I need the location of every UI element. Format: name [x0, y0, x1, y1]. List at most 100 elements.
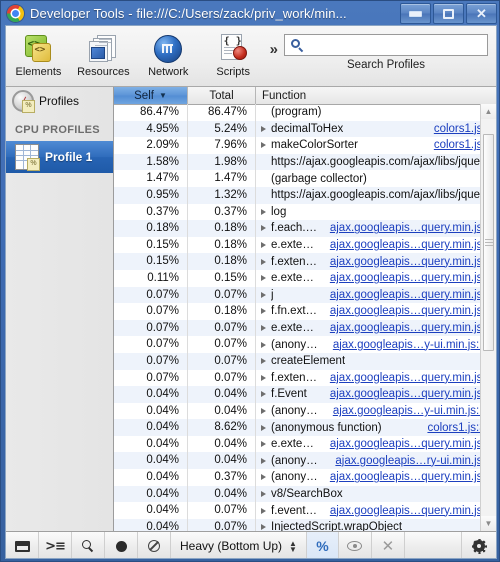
table-row[interactable]: 0.15%0.18%f.extend.styleajax.googleapis…… [114, 253, 496, 270]
table-row[interactable]: 0.37% 0.37% log [114, 203, 496, 221]
source-link[interactable]: ajax.googleapis…query.min.js:2 [320, 272, 496, 284]
percent-toggle-button[interactable]: % [306, 532, 339, 558]
source-link[interactable]: ajax.googleapis…y-ui.min.js:14 [323, 339, 496, 351]
maximize-button[interactable] [433, 3, 464, 24]
source-link[interactable]: ajax.googleapis…query.min.js:4 [320, 256, 496, 268]
table-row[interactable]: 0.04%0.04%(anonymous fun…ajax.googleapis… [114, 452, 496, 470]
expand-triangle-icon[interactable] [261, 225, 266, 232]
table-row[interactable]: 0.04% 0.07% InjectedScript.wrapObject [114, 518, 496, 531]
source-link[interactable]: ajax.googleapis…y-ui.min.js:10 [323, 405, 496, 417]
expand-triangle-icon[interactable] [261, 457, 266, 464]
scroll-down-button[interactable]: ▼ [481, 516, 496, 531]
view-mode-select[interactable]: Heavy (Bottom Up) ▲ ▼ [171, 532, 307, 558]
panel-body: % Profiles CPU PROFILES % Profile 1 Self… [6, 87, 496, 531]
table-row[interactable]: 0.04% 0.04% f.Event ajax.googleapis…query.m… [114, 386, 496, 403]
table-row[interactable]: 0.04%0.04%e.extend.isPlai…ajax.googleapi… [114, 435, 496, 453]
column-header-total-label: Total [209, 89, 234, 102]
expand-triangle-icon[interactable] [261, 142, 266, 149]
expand-triangle-icon[interactable] [261, 291, 266, 298]
tab-scripts[interactable]: { } Scripts [201, 26, 266, 78]
table-row[interactable]: 1.47% 1.47% (garbage collector) [114, 170, 496, 187]
table-row[interactable]: 1.58% 1.98% https://ajax.googleapis.com/aj… [114, 153, 496, 171]
expand-triangle-icon[interactable] [261, 507, 266, 514]
expand-triangle-icon[interactable] [261, 308, 266, 315]
expand-triangle-icon[interactable] [261, 208, 266, 215]
expand-triangle-icon[interactable] [261, 524, 266, 531]
cell-self: 0.07% [114, 369, 188, 387]
search-box[interactable] [284, 34, 488, 56]
source-link[interactable]: ajax.googleapis…query.min.js:3 [320, 388, 496, 400]
clear-button[interactable] [138, 532, 171, 558]
expand-triangle-icon[interactable] [261, 490, 266, 497]
sidebar-item-profiles[interactable]: % Profiles [6, 87, 113, 115]
console-toggle-button[interactable]: >≡ [39, 532, 72, 558]
table-row[interactable]: 0.04%0.07%f.event.triggerajax.googleapis… [114, 502, 496, 519]
column-header-total[interactable]: Total [188, 87, 256, 104]
minimize-button[interactable] [400, 3, 431, 24]
tab-elements[interactable]: <> <> Elements [6, 26, 71, 78]
table-row[interactable]: 0.11%0.15%e.extend.came…ajax.googleapis…… [114, 269, 496, 287]
tab-network[interactable]: Network [136, 26, 201, 78]
table-row[interactable]: 2.09% 7.96% makeColorSorter colors1.js:9 [114, 137, 496, 154]
expand-triangle-icon[interactable] [261, 474, 266, 481]
search-button[interactable] [72, 532, 105, 558]
table-row[interactable]: 0.04% 8.62% (anonymous function) colors1.js… [114, 419, 496, 436]
expand-triangle-icon[interactable] [261, 391, 266, 398]
source-link[interactable]: ajax.googleapis…query.min.js:2 [320, 471, 496, 483]
expand-triangle-icon[interactable] [261, 407, 266, 414]
source-link[interactable]: ajax.googleapis…query.min.js:4 [320, 222, 496, 234]
source-link[interactable]: ajax.googleapis…query.min.js:2 [320, 372, 496, 384]
expand-triangle-icon[interactable] [261, 424, 266, 431]
table-row[interactable]: 0.04% 0.04% v8/SearchBox [114, 485, 496, 503]
function-name: log [271, 205, 287, 218]
cell-self: 0.04% [114, 419, 188, 436]
source-link[interactable]: ajax.googleapis…query.min.js:2 [320, 322, 496, 334]
source-link[interactable]: ajax.googleapis…query.min.js:2 [320, 289, 496, 301]
search-input[interactable] [308, 37, 483, 53]
expand-triangle-icon[interactable] [261, 125, 266, 132]
source-link[interactable]: ajax.googleapis…query.min.js:3 [320, 505, 496, 517]
source-link[interactable]: ajax.googleapis…ry-ui.min.js:5 [325, 455, 496, 467]
table-row[interactable]: 0.07%0.07%e.extend.mergeajax.googleapis…… [114, 319, 496, 337]
table-row[interactable]: 4.95% 5.24% decimalToHex colors1.js:1 [114, 120, 496, 138]
expand-triangle-icon[interactable] [261, 242, 266, 249]
settings-button[interactable] [462, 532, 496, 558]
table-row[interactable]: 0.07%0.07%(anonymous fu…ajax.googleapis…… [114, 336, 496, 353]
expand-triangle-icon[interactable] [261, 358, 266, 365]
exclude-button[interactable]: ✕ [372, 532, 405, 558]
dock-window-icon [14, 540, 30, 552]
source-link[interactable]: ajax.googleapis…query.min.js:2 [320, 239, 496, 251]
column-header-self[interactable]: Self ▼ [114, 87, 188, 104]
scroll-up-button[interactable]: ▲ [481, 104, 496, 119]
table-row[interactable]: 0.07%0.07%f.extend.accep…ajax.googleapis… [114, 369, 496, 387]
record-button[interactable] [105, 532, 138, 558]
more-tabs-button[interactable]: » [270, 41, 278, 72]
column-header-function[interactable]: Function [256, 87, 496, 104]
expand-triangle-icon[interactable] [261, 325, 266, 332]
sidebar-item-profile-1[interactable]: % Profile 1 [6, 141, 113, 173]
source-link[interactable]: ajax.googleapis…query.min.js:4 [320, 305, 496, 317]
table-row[interactable]: 0.18%0.18%f.each.f.cssHoo…ajax.googleapi… [114, 220, 496, 237]
dock-toggle-button[interactable] [6, 532, 39, 558]
focus-button[interactable] [339, 532, 372, 558]
expand-triangle-icon[interactable] [261, 258, 266, 265]
source-link[interactable]: ajax.googleapis…query.min.js:2 [320, 438, 496, 450]
vertical-scrollbar[interactable]: ▲ ▼ [480, 104, 496, 531]
table-row[interactable]: 0.07% 0.07% j ajax.googleapis…query.min.js:… [114, 286, 496, 304]
expand-triangle-icon[interactable] [261, 441, 266, 448]
scrollbar-thumb[interactable] [483, 134, 494, 351]
table-row[interactable]: 86.47% 86.47% (program) [114, 104, 496, 121]
table-row[interactable]: 0.07%0.18%f.fn.extend.do…ajax.googleapis… [114, 303, 496, 320]
table-row[interactable]: 0.07% 0.07% createElement [114, 352, 496, 370]
resources-icon [86, 31, 120, 65]
expand-triangle-icon[interactable] [261, 275, 266, 282]
table-row[interactable]: 0.95% 1.32% https://ajax.googleapis.com/aj… [114, 186, 496, 204]
table-row[interactable]: 0.04%0.04%(anonymous fu…ajax.googleapis…… [114, 402, 496, 420]
tab-resources[interactable]: Resources [71, 26, 136, 78]
table-row[interactable]: 0.15%0.18%e.extend.e.fn.…ajax.googleapis… [114, 236, 496, 254]
close-button[interactable]: ✕ [466, 3, 497, 24]
table-row[interactable]: 0.04%0.37%(anonymous fu…ajax.googleapis…… [114, 469, 496, 486]
expand-triangle-icon[interactable] [261, 341, 266, 348]
function-name: f.each.f.cssHoo… [271, 222, 320, 235]
expand-triangle-icon[interactable] [261, 374, 266, 381]
